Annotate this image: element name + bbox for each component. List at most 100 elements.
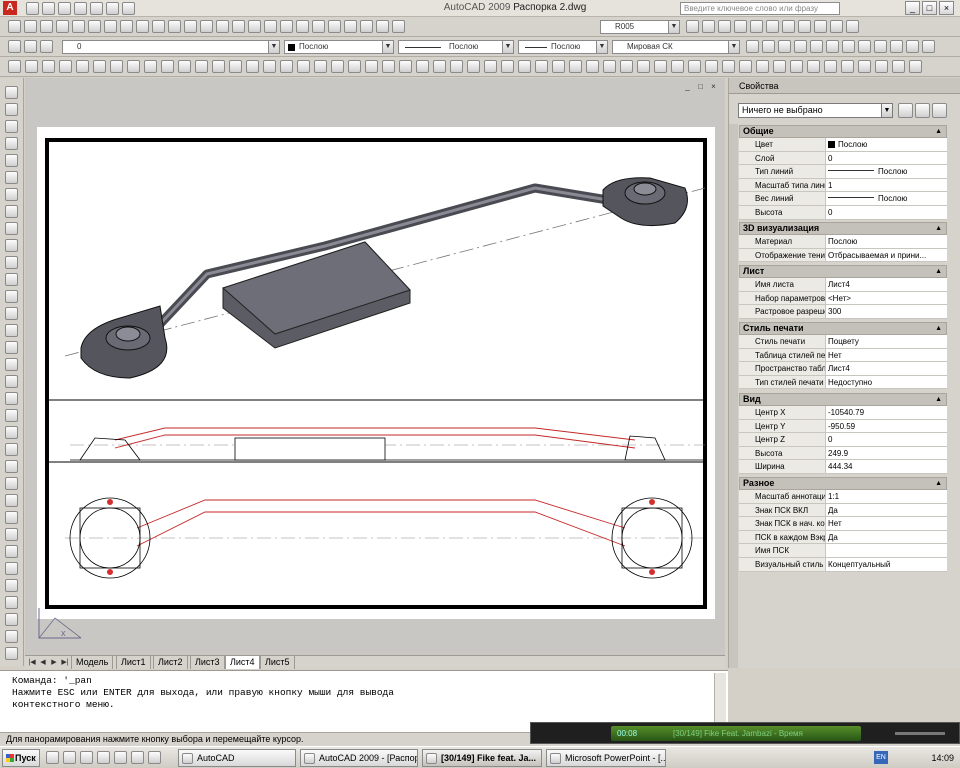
multiline-icon[interactable] <box>5 137 18 150</box>
loft-icon[interactable] <box>246 60 259 73</box>
union-icon[interactable] <box>263 60 276 73</box>
zoom-in-icon[interactable] <box>264 20 277 33</box>
open-icon[interactable] <box>24 20 37 33</box>
zoom-previous-icon[interactable] <box>248 20 261 33</box>
section-plane-icon[interactable] <box>399 60 412 73</box>
collapse-icon[interactable]: ▲ <box>935 394 942 405</box>
annotation-scale-icon[interactable] <box>686 20 699 33</box>
plot-icon[interactable] <box>56 20 69 33</box>
property-row[interactable]: Высота 0 <box>739 205 947 220</box>
leader-icon[interactable] <box>846 20 859 33</box>
text-style-combo[interactable]: R005 ▼ <box>600 20 680 34</box>
minimize-button[interactable]: _ <box>905 1 920 15</box>
property-value[interactable]: 1:1 <box>826 490 947 503</box>
property-value[interactable]: 1 <box>826 179 947 192</box>
trim-icon[interactable] <box>5 562 18 575</box>
continuous-orbit-icon[interactable] <box>467 60 480 73</box>
property-value[interactable]: -950.59 <box>826 420 947 433</box>
presspull-icon[interactable] <box>195 60 208 73</box>
maximize-button[interactable]: □ <box>922 1 937 15</box>
chevron-down-icon[interactable]: ▼ <box>728 41 739 53</box>
visual-style-wire-icon[interactable] <box>603 60 616 73</box>
view-back-icon[interactable] <box>841 60 854 73</box>
view-right-icon[interactable] <box>807 60 820 73</box>
break-icon[interactable] <box>5 596 18 609</box>
ray-icon[interactable] <box>5 120 18 133</box>
3d-array-icon[interactable] <box>365 60 378 73</box>
donut-icon[interactable] <box>5 324 18 337</box>
revolve-icon[interactable] <box>229 60 242 73</box>
section-header[interactable]: 3D визуализация ▲ <box>739 222 947 235</box>
ucs-x-icon[interactable] <box>890 40 903 53</box>
subtract-icon[interactable] <box>280 60 293 73</box>
sweep-icon[interactable] <box>212 60 225 73</box>
copy-object-icon[interactable] <box>5 460 18 473</box>
fly-icon[interactable] <box>535 60 548 73</box>
property-row[interactable]: Вес линий Послою <box>739 192 947 206</box>
property-row[interactable]: Центр Z0 <box>739 433 947 447</box>
property-row[interactable]: Отображение тени Отбрасываемая и прини... <box>739 248 947 263</box>
desktop-icon[interactable] <box>97 751 110 764</box>
spline-icon[interactable] <box>5 222 18 235</box>
circle-2point-icon[interactable] <box>5 307 18 320</box>
property-value[interactable]: Послою <box>826 165 947 178</box>
tab-sheet5[interactable]: Лист5 <box>260 656 295 669</box>
lights-icon[interactable] <box>705 60 718 73</box>
sphere-icon[interactable] <box>76 60 89 73</box>
zoom-3d-icon[interactable] <box>552 60 565 73</box>
layer-states-icon[interactable] <box>24 40 37 53</box>
property-row[interactable]: Слой 0 <box>739 151 947 166</box>
language-indicator[interactable]: EN <box>874 751 888 764</box>
ucs-origin-icon[interactable] <box>842 40 855 53</box>
cut-icon[interactable] <box>104 20 117 33</box>
find-icon[interactable] <box>766 20 779 33</box>
property-row[interactable]: ПСК в каждом Вэкр...Да <box>739 530 947 545</box>
sun-icon[interactable] <box>722 60 735 73</box>
media-icon[interactable] <box>80 751 93 764</box>
property-row[interactable]: Имя ПСК <box>739 544 947 558</box>
free-orbit-icon[interactable] <box>450 60 463 73</box>
intersect-icon[interactable] <box>297 60 310 73</box>
pan-icon[interactable] <box>200 20 213 33</box>
property-value[interactable]: 0 <box>826 433 947 446</box>
view-ne-icon[interactable] <box>892 60 905 73</box>
property-row[interactable]: Имя листа Лист4 <box>739 278 947 292</box>
property-row[interactable]: Масштаб аннотаций 1:1 <box>739 490 947 504</box>
help-icon[interactable] <box>392 20 405 33</box>
app3-icon[interactable] <box>148 751 161 764</box>
lineweight-combo[interactable]: Послою ▼ <box>518 40 608 54</box>
property-value[interactable]: 444.34 <box>826 460 947 473</box>
extrude-icon[interactable] <box>178 60 191 73</box>
text-style-icon[interactable] <box>734 20 747 33</box>
property-value[interactable]: Отбрасываемая и прини... <box>826 249 947 262</box>
drawing-area[interactable]: x _ □ × <box>25 78 725 668</box>
new-file-icon[interactable] <box>26 2 39 15</box>
zoom-out-icon[interactable] <box>280 20 293 33</box>
ucs-world-icon[interactable] <box>762 40 775 53</box>
eraser-icon[interactable] <box>814 20 827 33</box>
property-row[interactable]: Стиль печати Поцвету <box>739 335 947 349</box>
justify-icon[interactable] <box>798 20 811 33</box>
ucs-view-icon[interactable] <box>826 40 839 53</box>
drawing-close-button[interactable]: × <box>708 82 719 93</box>
first-tab-icon[interactable]: |◀ <box>27 657 37 668</box>
drawing-minimize-button[interactable]: _ <box>682 82 693 93</box>
property-row[interactable]: Ширина 444.34 <box>739 460 947 474</box>
undo-icon[interactable] <box>106 2 119 15</box>
visual-style-hidden-icon[interactable] <box>620 60 633 73</box>
pyramid-icon[interactable] <box>127 60 140 73</box>
ucs-object-icon[interactable] <box>810 40 823 53</box>
ucs-y-icon[interactable] <box>906 40 919 53</box>
task-powerpoint[interactable]: Microsoft PowerPoint - [... <box>546 749 666 767</box>
section-header[interactable]: Вид ▲ <box>739 393 947 406</box>
ucs-zaxis-icon[interactable] <box>858 40 871 53</box>
polygon-icon[interactable] <box>5 188 18 201</box>
section-header[interactable]: Разное ▲ <box>739 477 947 490</box>
task-autocad-folder[interactable]: AutoCAD <box>178 749 296 767</box>
view-bottom-icon[interactable] <box>773 60 786 73</box>
design-center-icon[interactable] <box>312 20 325 33</box>
property-row[interactable]: Знак ПСК ВКЛ Да <box>739 503 947 518</box>
camera-icon[interactable] <box>739 60 752 73</box>
collapse-icon[interactable]: ▲ <box>935 126 942 137</box>
last-tab-icon[interactable]: ▶| <box>60 657 70 668</box>
